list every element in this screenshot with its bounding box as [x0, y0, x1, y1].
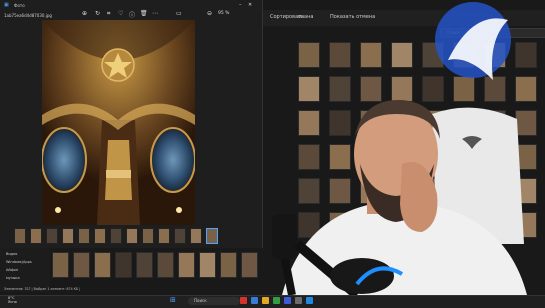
start-icon[interactable]: ⊞ [170, 296, 176, 304]
filmstrip-thumbnail[interactable] [110, 228, 122, 244]
status-bar: Элементов: 327 | Выбран 1 элемент: 874 К… [4, 287, 81, 291]
file-thumbnail[interactable] [241, 252, 258, 278]
filmstrip-thumbnail[interactable] [142, 228, 154, 244]
filmstrip-thumbnail[interactable] [158, 228, 170, 244]
info-icon[interactable]: ⓘ [129, 10, 135, 19]
weather-widget[interactable]: 8°C Ясно [8, 296, 17, 304]
taskbar-app-icon[interactable] [306, 297, 313, 304]
taskbar-app-icon[interactable] [295, 297, 302, 304]
file-thumbnail[interactable] [73, 252, 90, 278]
zoom-in-icon[interactable]: ⊕ [82, 10, 87, 17]
rotate-icon[interactable]: ↻ [95, 10, 100, 17]
file-thumbnail[interactable] [52, 252, 69, 278]
file-thumbnail[interactable] [220, 252, 237, 278]
filmstrip-thumbnail[interactable] [62, 228, 74, 244]
slideshow-icon[interactable]: ▭ [176, 10, 182, 17]
file-thumbnail[interactable] [178, 252, 195, 278]
file-name: 1ab75ea6d4d87030.jpg [4, 13, 52, 18]
sidebar-item-windows-apps[interactable]: Windows(Apps [6, 260, 32, 264]
taskbar-app-icon[interactable] [273, 297, 280, 304]
close-icon[interactable]: ✕ [248, 2, 252, 8]
filmstrip-thumbnail[interactable] [190, 228, 202, 244]
photo-viewer-window: Фото ▣ – ✕ 1ab75ea6d4d87030.jpg ⊕ ↻ ⌗ ♡ … [0, 0, 263, 248]
sidebar-item-video[interactable]: Видео [6, 252, 17, 256]
taskbar-search[interactable]: Поиск [188, 297, 240, 305]
filmstrip-thumbnail[interactable] [46, 228, 58, 244]
file-thumbnail[interactable] [136, 252, 153, 278]
sidebar-item-music[interactable]: музыка [6, 276, 20, 280]
minimize-icon[interactable]: – [239, 2, 242, 8]
main-photo [42, 20, 195, 225]
file-thumbnail[interactable] [157, 252, 174, 278]
show-hide-button[interactable]: Показать отмена [330, 14, 375, 20]
channel-logo [418, 0, 518, 98]
heart-icon[interactable]: ♡ [118, 10, 123, 17]
zoom-out-icon[interactable]: ⊖ [207, 10, 212, 17]
extra-button[interactable]: ована [298, 14, 313, 20]
filmstrip-thumbnail[interactable] [30, 228, 42, 244]
filmstrip-thumbnail[interactable] [174, 228, 186, 244]
file-thumbnail[interactable] [94, 252, 111, 278]
file-thumbnail[interactable] [199, 252, 216, 278]
filmstrip-thumbnail[interactable] [94, 228, 106, 244]
filmstrip-thumbnail[interactable] [14, 228, 26, 244]
taskbar-app-icon[interactable] [240, 297, 247, 304]
app-icon: ▣ [4, 2, 9, 8]
delete-icon[interactable]: 🗑 [140, 10, 148, 17]
filmstrip-thumbnail[interactable] [78, 228, 90, 244]
filmstrip-thumbnail[interactable] [206, 228, 218, 244]
more-icon[interactable]: ⋯ [152, 10, 158, 17]
zoom-level: 95 % [218, 11, 230, 16]
window-title: Фото [14, 3, 25, 8]
filmstrip-thumbnail[interactable] [126, 228, 138, 244]
crop-icon[interactable]: ⌗ [107, 10, 110, 18]
taskbar-app-icon[interactable] [284, 297, 291, 304]
sidebar-item-iphone[interactable]: Айфон [6, 268, 18, 272]
taskbar-app-icon[interactable] [251, 297, 258, 304]
weather-desc: Ясно [8, 300, 17, 304]
taskbar-app-icon[interactable] [262, 297, 269, 304]
explorer-sidebar: Видео Windows(Apps Айфон музыка [0, 248, 50, 292]
file-thumbnail[interactable] [115, 252, 132, 278]
bottom-thumbnail-row [52, 250, 262, 284]
